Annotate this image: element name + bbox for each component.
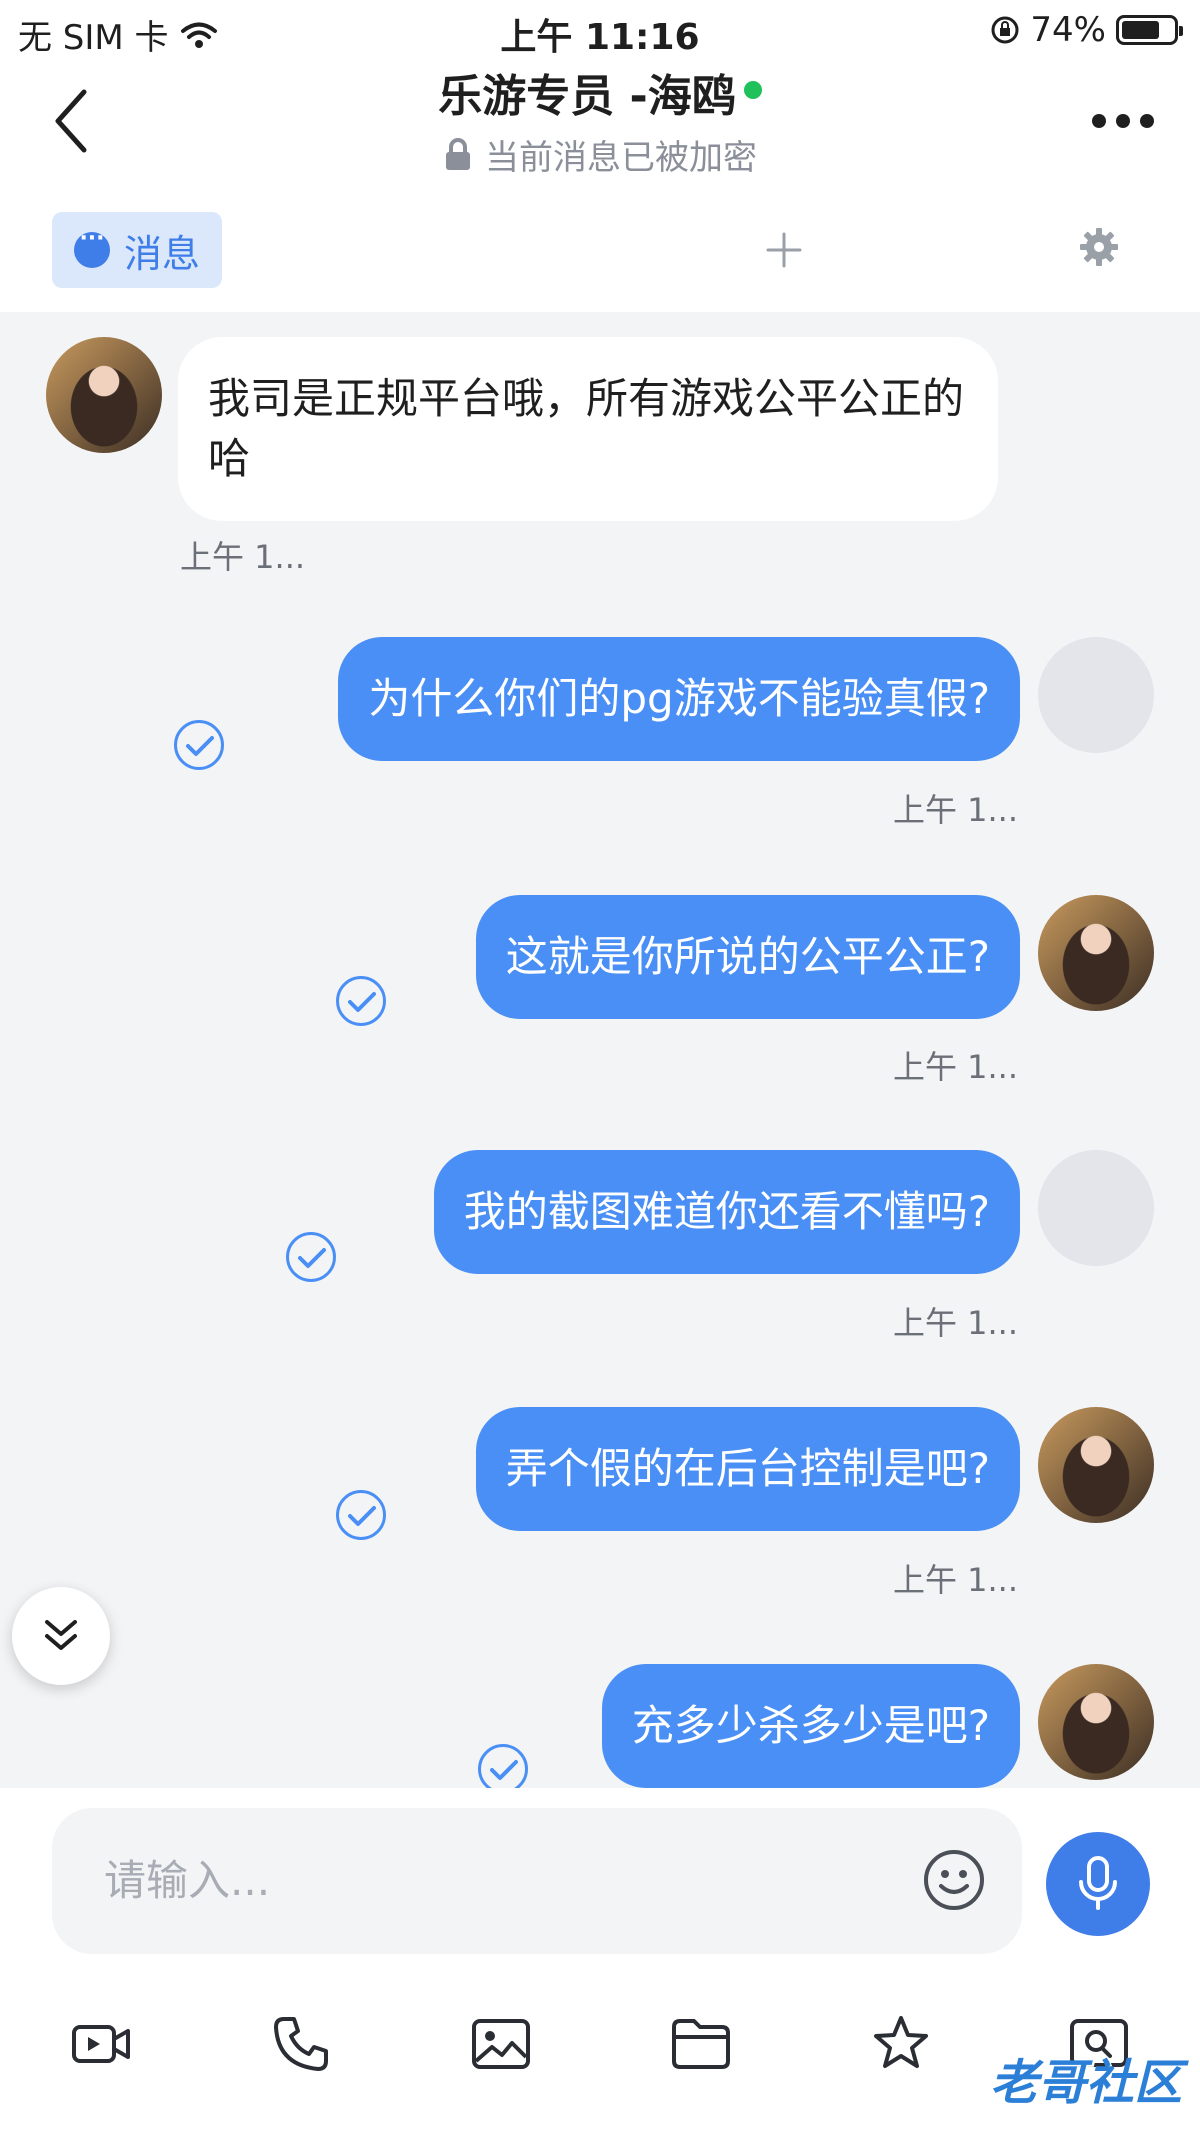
online-status-dot bbox=[743, 81, 762, 99]
page-title: 乐游专员 -海鸥 bbox=[0, 60, 1200, 124]
message-input[interactable] bbox=[104, 1850, 904, 1910]
lock-icon bbox=[446, 137, 470, 170]
gear-icon[interactable] bbox=[1078, 226, 1120, 268]
attachment-toolbar: 老哥社区 bbox=[0, 1963, 1200, 2134]
video-icon[interactable] bbox=[70, 2013, 132, 2075]
user-avatar[interactable] bbox=[1038, 1664, 1154, 1780]
encryption-text: 当前消息已被加密 bbox=[485, 138, 757, 178]
message-time: 上午 1... bbox=[892, 1304, 1018, 1342]
more-icon[interactable] bbox=[1092, 114, 1154, 128]
user-avatar[interactable] bbox=[1038, 637, 1154, 753]
message-time: 上午 1... bbox=[180, 538, 306, 576]
folder-icon[interactable] bbox=[670, 2013, 732, 2075]
message-list[interactable]: 我司是正规平台哦，所有游戏公平公正的哈 上午 1... 为什么你们的pg游戏不能… bbox=[0, 312, 1200, 1788]
star-icon[interactable] bbox=[870, 2013, 932, 2075]
battery-percent: 74% bbox=[1030, 10, 1106, 50]
chat-header: 乐游专员 -海鸥 当前消息已被加密 bbox=[0, 60, 1200, 190]
message-bubble-outgoing[interactable]: 这就是你所说的公平公正? bbox=[475, 895, 1020, 1019]
status-right: 74% bbox=[990, 10, 1183, 50]
tab-bar: 消息 bbox=[0, 200, 1200, 310]
battery-fill bbox=[1122, 21, 1159, 39]
chat-bubble-icon bbox=[73, 226, 110, 268]
user-avatar[interactable] bbox=[1038, 895, 1154, 1011]
encryption-notice: 当前消息已被加密 bbox=[0, 130, 1200, 179]
emoji-icon[interactable] bbox=[922, 1848, 986, 1912]
battery-icon bbox=[1116, 15, 1183, 45]
plus-icon[interactable] bbox=[764, 230, 804, 270]
message-time: 上午 1... bbox=[892, 1048, 1018, 1086]
check-icon bbox=[336, 1490, 386, 1540]
status-bar: 无 SIM 卡 上午 11:16 74% bbox=[0, 0, 1200, 60]
voice-button[interactable] bbox=[1046, 1832, 1150, 1936]
tab-messages[interactable]: 消息 bbox=[52, 212, 222, 288]
double-chevron-down-icon bbox=[45, 1620, 77, 1650]
phone-icon[interactable] bbox=[270, 2013, 332, 2075]
orientation-lock-icon bbox=[991, 16, 1019, 44]
image-icon[interactable] bbox=[470, 2013, 532, 2075]
message-bubble-outgoing[interactable]: 我的截图难道你还看不懂吗? bbox=[433, 1150, 1020, 1274]
message-time: 上午 1... bbox=[892, 791, 1018, 829]
watermark-logo: 老哥社区 bbox=[989, 2055, 1182, 2111]
contact-name: 乐游专员 -海鸥 bbox=[438, 71, 736, 122]
message-bubble-outgoing[interactable]: 为什么你们的pg游戏不能验真假? bbox=[338, 637, 1020, 761]
message-bubble-outgoing[interactable]: 充多少杀多少是吧? bbox=[601, 1664, 1020, 1788]
composer bbox=[0, 1788, 1200, 1963]
user-avatar[interactable] bbox=[1038, 1407, 1154, 1523]
message-bubble-incoming[interactable]: 我司是正规平台哦，所有游戏公平公正的哈 bbox=[178, 337, 998, 521]
check-icon bbox=[286, 1232, 336, 1282]
user-avatar[interactable] bbox=[1038, 1150, 1154, 1266]
message-input-wrapper bbox=[52, 1808, 1022, 1954]
check-icon bbox=[478, 1744, 528, 1788]
message-time: 上午 1... bbox=[892, 1561, 1018, 1599]
message-bubble-outgoing[interactable]: 弄个假的在后台控制是吧? bbox=[475, 1407, 1020, 1531]
check-icon bbox=[336, 976, 386, 1026]
mic-icon bbox=[1079, 1856, 1117, 1910]
tab-messages-label: 消息 bbox=[123, 231, 200, 276]
contact-avatar[interactable] bbox=[46, 337, 162, 453]
check-icon bbox=[174, 720, 224, 770]
scroll-to-bottom-button[interactable] bbox=[12, 1587, 110, 1685]
